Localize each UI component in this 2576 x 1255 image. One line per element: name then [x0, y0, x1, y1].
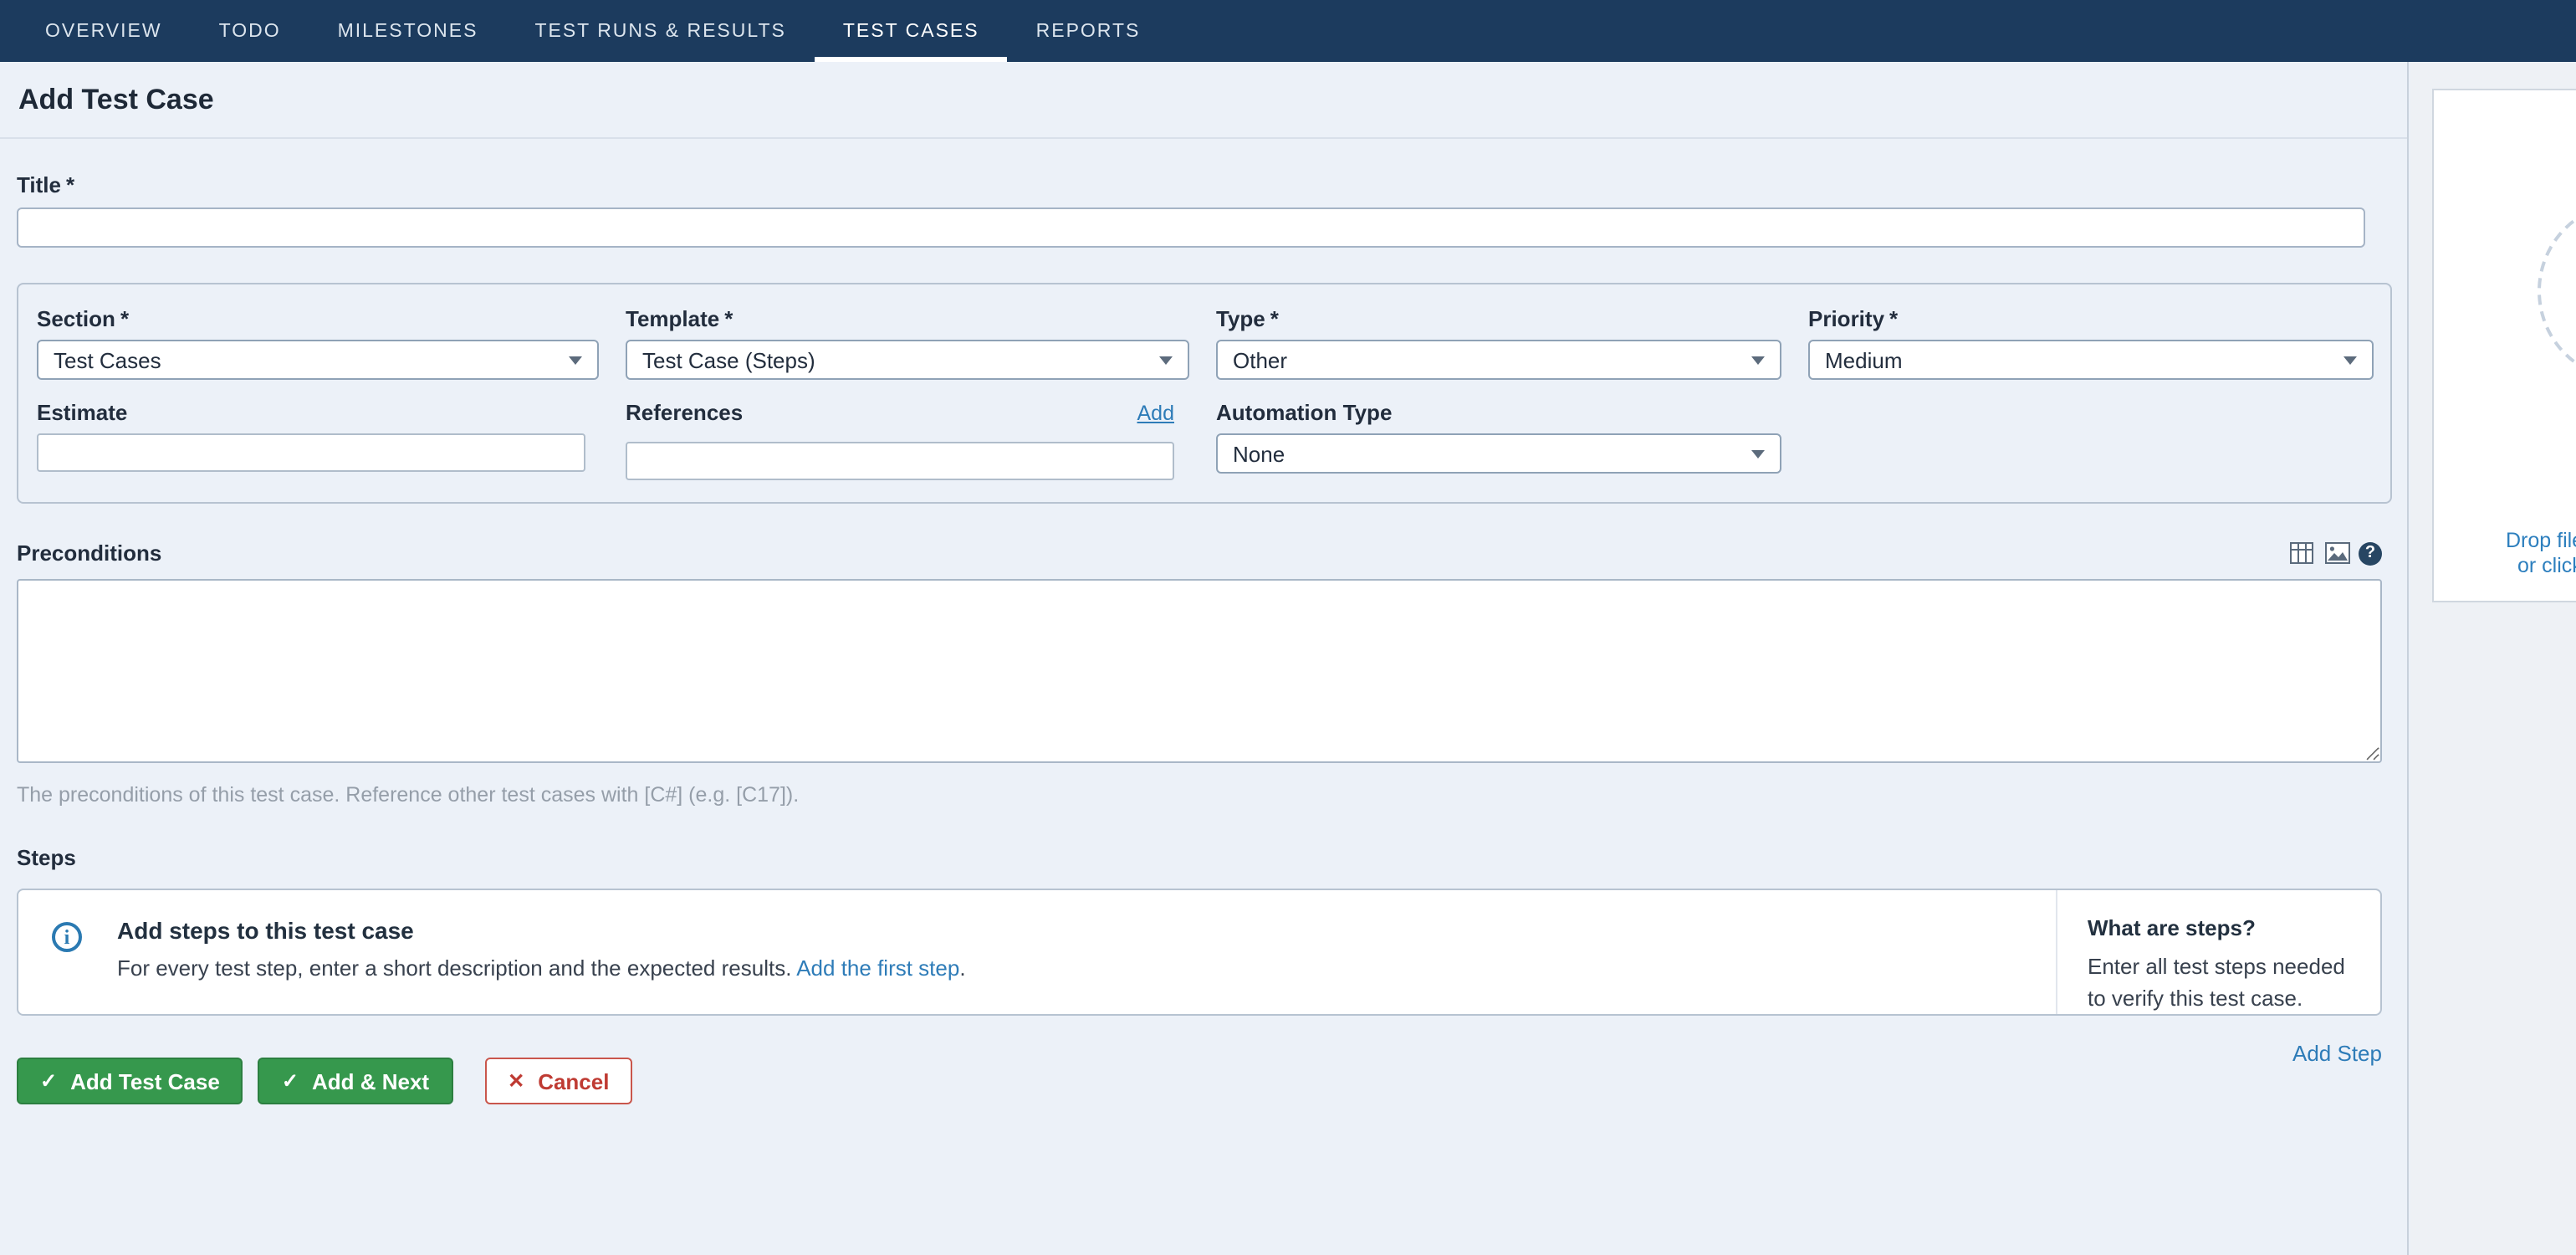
references-label: References [626, 400, 743, 425]
page-header: Add Test Case [0, 62, 2407, 139]
add-test-case-button-label: Add Test Case [70, 1068, 220, 1094]
chevron-down-icon [569, 356, 582, 364]
automation-type-dropdown[interactable]: None [1216, 433, 1781, 474]
steps-info-main: i Add steps to this test case For every … [18, 890, 2056, 1014]
table-icon[interactable] [2288, 540, 2315, 566]
template-field: Template* Test Case (Steps) [626, 306, 1189, 380]
attachments-drop-zone[interactable]: Drop files he or click on ' [2432, 89, 2576, 602]
template-label-text: Template [626, 306, 719, 331]
template-dropdown[interactable]: Test Case (Steps) [626, 340, 1189, 380]
info-icon: i [52, 922, 82, 952]
nav-reports[interactable]: REPORTS [1008, 0, 1169, 62]
drop-files-text: Drop files he or click on ' [2506, 529, 2576, 579]
preconditions-label: Preconditions [17, 540, 161, 566]
add-test-case-button[interactable]: ✓ Add Test Case [17, 1058, 243, 1104]
steps-aside-body: Enter all test steps needed to verify th… [2088, 950, 2360, 1014]
required-marker: * [1889, 306, 1898, 331]
required-marker: * [1270, 306, 1279, 331]
drop-files-line2: or click on ' [2517, 554, 2576, 579]
section-label: Section* [37, 306, 599, 331]
priority-value: Medium [1825, 347, 2343, 372]
type-value: Other [1233, 347, 1751, 372]
screen: OVERVIEW TODO MILESTONES TEST RUNS & RES… [0, 0, 2576, 1255]
template-value: Test Case (Steps) [642, 347, 1159, 372]
nav-todo[interactable]: TODO [191, 0, 309, 62]
priority-dropdown[interactable]: Medium [1808, 340, 2374, 380]
case-attributes-box: Section* Test Cases Template* Test Case … [17, 283, 2392, 504]
priority-label: Priority* [1808, 306, 2374, 331]
type-dropdown[interactable]: Other [1216, 340, 1781, 380]
title-input[interactable] [17, 207, 2365, 248]
steps-label: Steps [17, 845, 2390, 870]
estimate-label: Estimate [37, 400, 599, 425]
estimate-input[interactable] [37, 433, 585, 472]
section-label-text: Section [37, 306, 115, 331]
section-value: Test Cases [54, 347, 569, 372]
steps-aside: What are steps? Enter all test steps nee… [2056, 890, 2380, 1014]
automation-type-value: None [1233, 441, 1751, 466]
check-icon: ✓ [282, 1069, 299, 1093]
nav-test-cases[interactable]: TEST CASES [815, 0, 1008, 62]
automation-type-field: Automation Type None [1216, 400, 1781, 480]
preconditions-help-text: The preconditions of this test case. Ref… [17, 783, 2390, 807]
form-actions: ✓ Add Test Case ✓ Add & Next ✕ Cancel Ad… [17, 1058, 2382, 1104]
priority-label-text: Priority [1808, 306, 1884, 331]
steps-info-suffix: . [959, 955, 965, 981]
steps-aside-title: What are steps? [2088, 915, 2360, 940]
preconditions-header: Preconditions ? [17, 540, 2382, 566]
steps-info-body: For every test step, enter a short descr… [117, 955, 966, 981]
steps-info-title: Add steps to this test case [117, 917, 966, 944]
add-step-link[interactable]: Add Step [2292, 1041, 2382, 1066]
type-label: Type* [1216, 306, 1781, 331]
estimate-field: Estimate [37, 400, 599, 480]
top-nav: OVERVIEW TODO MILESTONES TEST RUNS & RES… [0, 0, 2576, 62]
chevron-down-icon [1751, 356, 1765, 364]
automation-type-label: Automation Type [1216, 400, 1781, 425]
section-dropdown[interactable]: Test Cases [37, 340, 599, 380]
steps-info-text: For every test step, enter a short descr… [117, 955, 796, 981]
add-test-case-form: Title* Section* Test Cases [0, 172, 2407, 1104]
add-and-next-button-label: Add & Next [312, 1068, 429, 1094]
priority-field: Priority* Medium [1808, 306, 2374, 380]
cancel-button[interactable]: ✕ Cancel [484, 1058, 632, 1104]
chevron-down-icon [2343, 356, 2357, 364]
drop-files-line1: Drop files he [2506, 529, 2576, 554]
x-icon: ✕ [508, 1069, 524, 1093]
steps-info-box: i Add steps to this test case For every … [17, 889, 2382, 1016]
page-title: Add Test Case [18, 83, 214, 116]
preconditions-textarea[interactable] [17, 579, 2382, 763]
nav-test-runs[interactable]: TEST RUNS & RESULTS [506, 0, 814, 62]
required-marker: * [120, 306, 129, 331]
main-panel: Add Test Case Title* Section* [0, 62, 2409, 1255]
section-field: Section* Test Cases [37, 306, 599, 380]
check-icon: ✓ [40, 1069, 57, 1093]
nav-overview[interactable]: OVERVIEW [17, 0, 191, 62]
required-marker: * [724, 306, 733, 331]
references-field: References Add [626, 400, 1189, 480]
cancel-button-label: Cancel [538, 1068, 609, 1094]
app-window: OVERVIEW TODO MILESTONES TEST RUNS & RES… [0, 0, 2576, 1255]
help-icon[interactable]: ? [2359, 541, 2382, 565]
attachment-illustration [2538, 201, 2576, 382]
image-icon[interactable] [2323, 540, 2350, 566]
chevron-down-icon [1159, 356, 1173, 364]
required-marker: * [66, 172, 74, 197]
title-field: Title* [17, 172, 2390, 248]
template-label: Template* [626, 306, 1189, 331]
references-input[interactable] [626, 442, 1174, 480]
type-field: Type* Other [1216, 306, 1781, 380]
nav-milestones[interactable]: MILESTONES [309, 0, 507, 62]
references-add-link[interactable]: Add [1137, 402, 1175, 425]
preconditions-toolbar: ? [2288, 540, 2382, 566]
title-label: Title* [17, 172, 2390, 197]
add-first-step-link[interactable]: Add the first step [796, 955, 959, 981]
empty-cell [1808, 400, 2374, 480]
title-label-text: Title [17, 172, 61, 197]
type-label-text: Type [1216, 306, 1265, 331]
add-and-next-button[interactable]: ✓ Add & Next [258, 1058, 452, 1104]
chevron-down-icon [1751, 449, 1765, 458]
